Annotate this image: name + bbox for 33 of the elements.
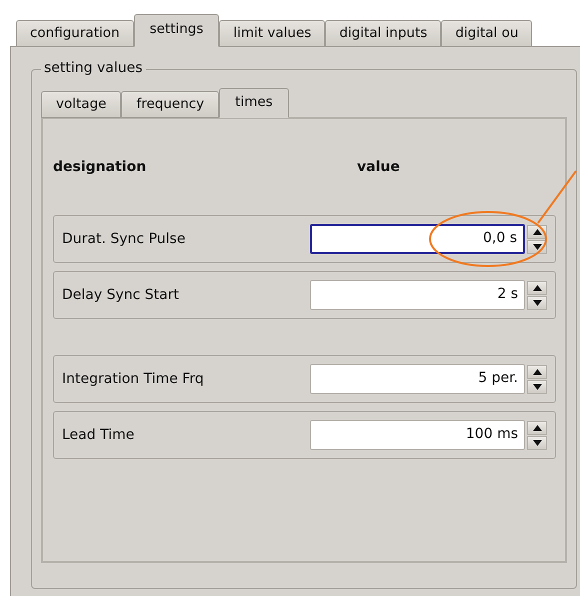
spin-up-button[interactable] [527, 420, 547, 434]
up-arrow-icon [532, 228, 542, 234]
spin-down-button[interactable] [527, 296, 547, 310]
tab[interactable]: digital inputs [325, 20, 442, 47]
down-arrow-icon [532, 244, 542, 250]
down-arrow-icon [532, 300, 542, 306]
down-arrow-icon [532, 440, 542, 446]
column-header: value [357, 159, 400, 177]
tab[interactable]: configuration [16, 20, 134, 47]
up-arrow-icon [532, 368, 542, 374]
tab[interactable]: frequency [121, 91, 220, 118]
tab[interactable]: times [219, 88, 289, 118]
spin-down-button[interactable] [527, 380, 547, 394]
setting-label: Delay Sync Start [62, 287, 179, 303]
tab[interactable]: limit values [219, 20, 326, 47]
spin-field[interactable]: 2 s [310, 280, 525, 310]
up-arrow-icon [532, 284, 542, 290]
column-header: designation [53, 159, 148, 177]
tab[interactable]: digital ou [441, 20, 532, 47]
spin-up-button[interactable] [527, 280, 547, 294]
down-arrow-icon [532, 384, 542, 390]
spin-field[interactable]: 0,0 s [310, 224, 525, 254]
up-arrow-icon [532, 424, 542, 430]
spin-field[interactable]: 100 ms [310, 420, 525, 450]
spin-field[interactable]: 5 per. [310, 364, 525, 394]
group-title: setting values [41, 60, 146, 76]
setting-label: Durat. Sync Pulse [62, 231, 186, 247]
setting-label: Integration Time Frq [62, 371, 204, 387]
spin-down-button[interactable] [527, 436, 547, 450]
setting-label: Lead Time [62, 427, 134, 443]
tab[interactable]: voltage [41, 91, 122, 118]
spin-up-button[interactable] [527, 364, 547, 378]
tab[interactable]: settings [134, 14, 220, 47]
